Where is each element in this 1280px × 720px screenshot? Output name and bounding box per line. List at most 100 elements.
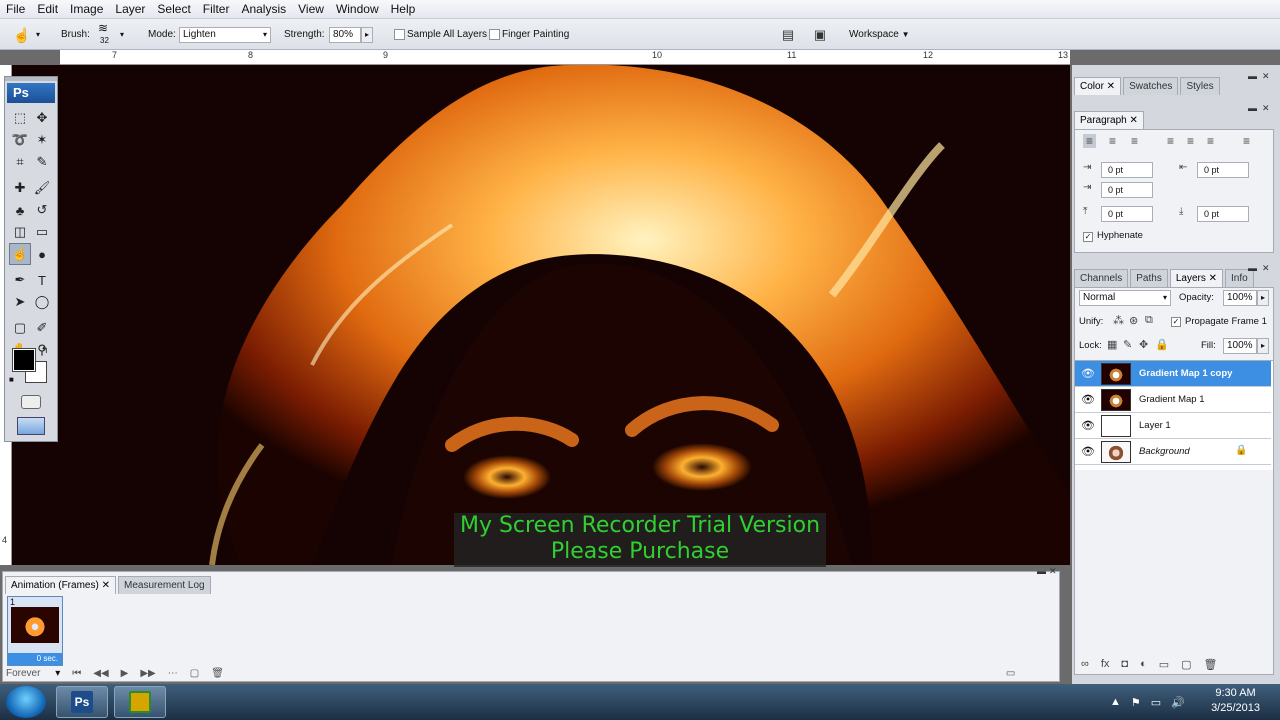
new-layer-icon[interactable]: ▢ bbox=[1181, 658, 1191, 671]
delete-frame-icon[interactable]: 🗑 bbox=[211, 668, 224, 679]
workspace-menu[interactable]: Workspace ▼ bbox=[849, 19, 910, 50]
justify-all-icon[interactable]: ≡ bbox=[1243, 134, 1250, 148]
align-center-icon[interactable]: ≡ bbox=[1109, 134, 1116, 148]
screen-mode-button[interactable] bbox=[17, 417, 45, 435]
menu-layer[interactable]: Layer bbox=[109, 0, 151, 19]
eraser-tool-icon[interactable]: ◫ bbox=[9, 221, 31, 243]
menu-window[interactable]: Window bbox=[330, 0, 385, 19]
layer-row-background[interactable]: 👁 Background 🔒 bbox=[1075, 439, 1271, 465]
link-layers-icon[interactable]: ∞ bbox=[1081, 658, 1089, 671]
tab-paragraph[interactable]: Paragraph ✕ bbox=[1074, 111, 1144, 129]
indent-right-field[interactable]: 0 pt bbox=[1197, 162, 1249, 178]
space-after-field[interactable]: 0 pt bbox=[1197, 206, 1249, 222]
tab-swatches[interactable]: Swatches bbox=[1123, 77, 1179, 95]
smudge-tool-preset-icon[interactable]: ☝ bbox=[10, 23, 34, 47]
align-right-icon[interactable]: ≡ bbox=[1131, 134, 1138, 148]
menu-edit[interactable]: Edit bbox=[31, 0, 64, 19]
mode-select[interactable]: Lighten ▾ bbox=[179, 27, 271, 43]
quick-mask-button[interactable] bbox=[21, 395, 41, 409]
healing-brush-tool-icon[interactable]: ✚ bbox=[9, 177, 31, 199]
duplicate-frame-icon[interactable]: ▢ bbox=[190, 668, 199, 679]
fill-field[interactable]: 100% bbox=[1223, 338, 1257, 354]
brush-tool-icon[interactable]: 🖌 bbox=[31, 177, 53, 199]
menu-select[interactable]: Select bbox=[151, 0, 196, 19]
sample-all-layers-checkbox[interactable] bbox=[394, 29, 405, 40]
adjustment-layer-icon[interactable]: ◐ bbox=[1140, 658, 1147, 671]
layer-row-gradient-map-1-copy[interactable]: 👁 Gradient Map 1 copy bbox=[1075, 361, 1271, 387]
next-frame-icon[interactable]: ▶▶ bbox=[140, 668, 155, 679]
blend-mode-select[interactable]: Normal ▾ bbox=[1079, 290, 1171, 306]
eyedropper-tool-icon[interactable]: ✎ bbox=[31, 151, 53, 173]
taskbar-photoshop-button[interactable]: Ps bbox=[56, 686, 108, 718]
indent-left-field[interactable]: 0 pt bbox=[1101, 162, 1153, 178]
lock-image-icon[interactable]: ✎ bbox=[1123, 338, 1132, 351]
menu-filter[interactable]: Filter bbox=[197, 0, 236, 19]
tab-measurement-log[interactable]: Measurement Log bbox=[117, 576, 211, 594]
history-brush-tool-icon[interactable]: ↺ bbox=[31, 199, 53, 221]
hyphenate-checkbox[interactable]: ✓ bbox=[1083, 232, 1093, 242]
display-icon[interactable]: ▭ bbox=[1151, 696, 1161, 709]
previous-frame-icon[interactable]: ◀◀ bbox=[93, 668, 108, 679]
clock[interactable]: 9:30 AM 3/25/2013 bbox=[1211, 686, 1260, 716]
brush-picker-chevron-icon[interactable]: ▾ bbox=[120, 19, 124, 50]
horizontal-ruler[interactable]: 7 8 9 10 11 12 13 bbox=[60, 50, 1070, 65]
default-colors-icon[interactable]: ■ bbox=[9, 375, 14, 384]
strength-field[interactable]: 80% bbox=[329, 27, 361, 43]
color-sampler-tool-icon[interactable]: ✐ bbox=[31, 317, 53, 339]
magic-wand-tool-icon[interactable]: ✶ bbox=[31, 129, 53, 151]
smudge-tool-icon[interactable]: ☝ bbox=[9, 243, 31, 265]
path-selection-tool-icon[interactable]: ➤ bbox=[9, 291, 31, 313]
strength-slider-button[interactable]: ▸ bbox=[361, 27, 373, 43]
volume-icon[interactable]: 🔊 bbox=[1171, 696, 1185, 709]
dodge-tool-icon[interactable]: ● bbox=[31, 243, 53, 265]
collapse-icon[interactable]: ▬ bbox=[1248, 103, 1257, 113]
tab-paths[interactable]: Paths bbox=[1130, 269, 1168, 287]
menu-view[interactable]: View bbox=[292, 0, 330, 19]
menu-help[interactable]: Help bbox=[385, 0, 422, 19]
play-icon[interactable]: ▶ bbox=[121, 668, 129, 679]
move-tool-icon[interactable]: ✥ bbox=[31, 107, 53, 129]
delete-layer-icon[interactable]: 🗑 bbox=[1204, 658, 1218, 671]
tab-layers[interactable]: Layers ✕ bbox=[1169, 269, 1224, 287]
eye-icon[interactable]: 👁 bbox=[1081, 393, 1095, 406]
layer-style-icon[interactable]: fx bbox=[1101, 658, 1110, 671]
tab-styles[interactable]: Styles bbox=[1180, 77, 1220, 95]
collapse-icon[interactable]: ▬ bbox=[1248, 263, 1257, 273]
close-icon[interactable]: ✕ bbox=[1262, 103, 1270, 114]
tab-channels[interactable]: Channels bbox=[1074, 269, 1129, 287]
crop-tool-icon[interactable]: ⌗ bbox=[9, 151, 31, 173]
clone-stamp-tool-icon[interactable]: ♣ bbox=[9, 199, 31, 221]
eye-icon[interactable]: 👁 bbox=[1081, 367, 1095, 380]
notes-tool-icon[interactable]: ▢ bbox=[9, 317, 31, 339]
animation-frame[interactable]: 1 0 sec. bbox=[7, 596, 63, 666]
swap-colors-icon[interactable]: ↰ bbox=[41, 345, 49, 356]
palette-well-icon[interactable]: ▤ bbox=[776, 23, 800, 47]
unify-style-icon[interactable]: ⧉ bbox=[1145, 314, 1153, 327]
show-hidden-icons-icon[interactable]: ▲ bbox=[1110, 696, 1121, 708]
justify-right-icon[interactable]: ≡ bbox=[1207, 134, 1214, 148]
first-frame-icon[interactable]: ⏮ bbox=[72, 668, 81, 679]
lasso-tool-icon[interactable]: ➰ bbox=[9, 129, 31, 151]
justify-center-icon[interactable]: ≡ bbox=[1187, 134, 1194, 148]
new-group-icon[interactable]: ▭ bbox=[1159, 658, 1169, 671]
action-center-icon[interactable]: ⚑ bbox=[1131, 696, 1141, 709]
collapse-icon[interactable]: ▬ bbox=[1037, 566, 1046, 576]
eye-icon[interactable]: 👁 bbox=[1081, 445, 1095, 458]
ellipse-tool-icon[interactable]: ◯ bbox=[31, 291, 53, 313]
pen-tool-icon[interactable]: ✒ bbox=[9, 269, 31, 291]
lock-all-icon[interactable]: 🔒 bbox=[1155, 338, 1169, 351]
close-icon[interactable]: ✕ bbox=[1262, 71, 1270, 82]
type-tool-icon[interactable]: T bbox=[31, 269, 53, 291]
bridge-icon[interactable]: ▣ bbox=[808, 23, 832, 47]
eye-icon[interactable]: 👁 bbox=[1081, 419, 1095, 432]
marquee-tool-icon[interactable]: ⬚ bbox=[9, 107, 31, 129]
propagate-frame-checkbox[interactable]: ✓ bbox=[1171, 317, 1181, 327]
gradient-tool-icon[interactable]: ▭ bbox=[31, 221, 53, 243]
layer-row-gradient-map-1[interactable]: 👁 Gradient Map 1 bbox=[1075, 387, 1271, 413]
taskbar-recorder-button[interactable] bbox=[114, 686, 166, 718]
fill-slider-button[interactable]: ▸ bbox=[1257, 338, 1269, 354]
opacity-field[interactable]: 100% bbox=[1223, 290, 1257, 306]
opacity-slider-button[interactable]: ▸ bbox=[1257, 290, 1269, 306]
close-icon[interactable]: ✕ bbox=[1049, 566, 1057, 577]
close-icon[interactable]: ✕ bbox=[1262, 263, 1270, 274]
